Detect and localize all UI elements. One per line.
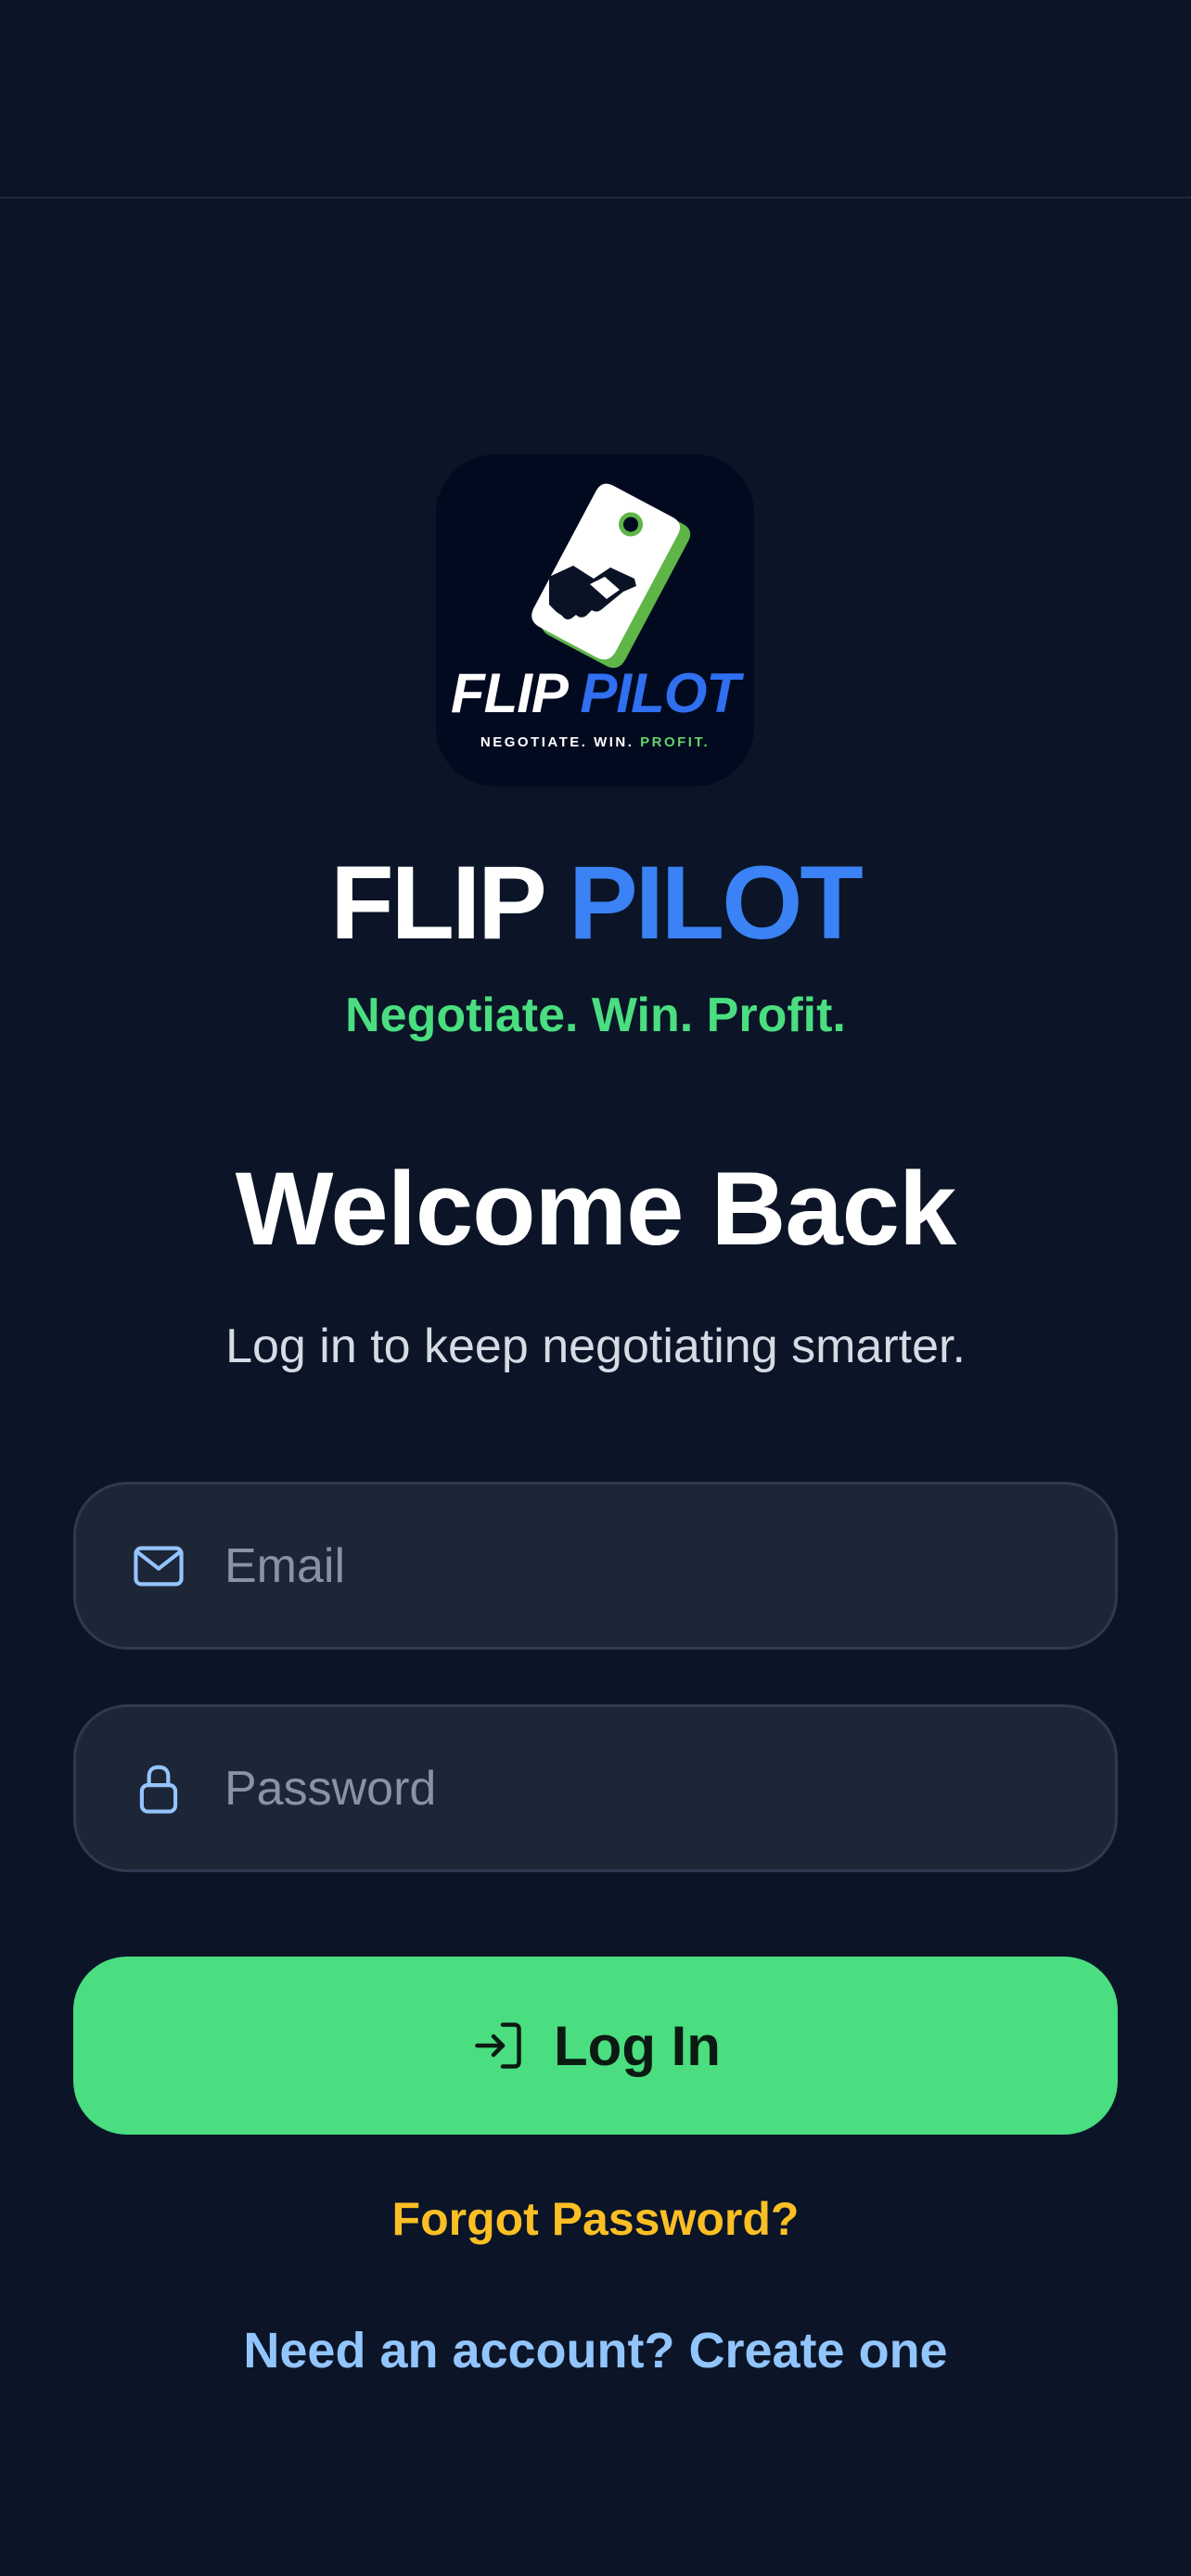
logo-tagline: NEGOTIATE. WIN. PROFIT.: [436, 734, 754, 750]
password-input[interactable]: [224, 1707, 1059, 1869]
logo-wordmark: FLIP PILOT: [436, 666, 754, 721]
brand-title: FLIP PILOT: [0, 851, 1191, 955]
email-field[interactable]: [73, 1482, 1118, 1650]
logo-tagline-main: NEGOTIATE. WIN.: [480, 734, 634, 750]
logo-word-flip: FLIP: [450, 662, 567, 724]
brand-title-flip: FLIP: [330, 845, 545, 961]
login-screen: FLIP PILOT NEGOTIATE. WIN. PROFIT. FLIP …: [0, 0, 1191, 2576]
create-account-link[interactable]: Need an account? Create one: [0, 2326, 1191, 2376]
login-button[interactable]: Log In: [73, 1957, 1118, 2135]
page-subtitle: Log in to keep negotiating smarter.: [225, 1320, 966, 1373]
login-button-label: Log In: [554, 2014, 721, 2077]
page-title: Welcome Back: [235, 1151, 957, 1267]
forgot-password-link[interactable]: Forgot Password?: [0, 2196, 1191, 2242]
lock-icon: [139, 1765, 178, 1814]
brand-tagline: Negotiate. Win. Profit.: [345, 988, 846, 1042]
email-input[interactable]: [224, 1485, 1059, 1647]
logo-tagline-accent: PROFIT.: [640, 734, 711, 750]
brand-title-pilot: PILOT: [568, 845, 864, 961]
top-bar: [0, 0, 1191, 198]
logo-word-pilot: PILOT: [580, 662, 740, 724]
password-field[interactable]: [73, 1704, 1118, 1872]
log-in-icon: [475, 2022, 521, 2069]
app-logo: FLIP PILOT NEGOTIATE. WIN. PROFIT.: [436, 454, 754, 786]
mail-icon: [134, 1546, 184, 1586]
